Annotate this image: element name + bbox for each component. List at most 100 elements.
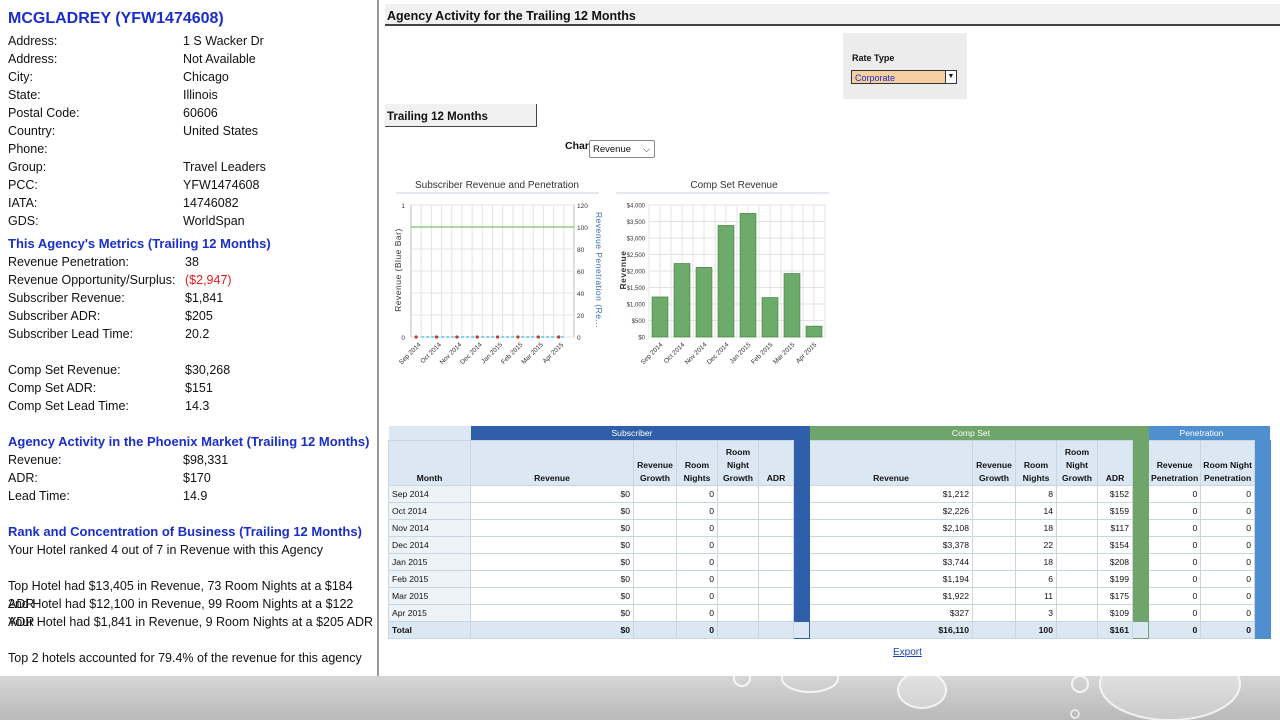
- activity-panel: Agency Activity for the Trailing 12 Mont…: [381, 0, 1280, 676]
- info-row: Revenue Opportunity/Surplus: ($2,947): [8, 271, 377, 289]
- comp-set-room-nights: 22: [1015, 536, 1057, 554]
- comp-set-revenue: $327: [809, 604, 973, 622]
- total-label: Total: [388, 621, 471, 639]
- column-header: ADR: [758, 440, 794, 486]
- field-value: United States: [183, 124, 259, 138]
- column-header: Room Night Growth: [717, 440, 759, 486]
- y2-tick-label: 40: [577, 291, 585, 298]
- room-night-penetration: 0: [1200, 570, 1255, 588]
- field-value: $151: [185, 381, 213, 395]
- y-tick-label: $2,500: [627, 253, 646, 259]
- info-row: Country: United States: [8, 122, 377, 140]
- info-row: PCC: YFW1474608: [8, 176, 377, 194]
- field-value: 20.2: [185, 327, 210, 341]
- y2-tick-label: 80: [577, 247, 585, 254]
- chevron-down-icon: ⌵: [643, 144, 650, 154]
- info-row: GDS: WorldSpan: [8, 212, 377, 230]
- column-header-row: Month Revenue Revenue Growth Room Nights Room N…: [388, 440, 1271, 486]
- room-night-penetration: 0: [1200, 502, 1255, 520]
- rate-type-filter: Rate Type Corporate ▼: [843, 33, 967, 99]
- field-value: 60606: [183, 106, 218, 120]
- market-section-title: Agency Activity in the Phoenix Market (T…: [8, 434, 370, 449]
- field-value: $1,841: [185, 291, 224, 305]
- chart-select[interactable]: Revenue ⌵: [589, 140, 655, 158]
- field-value: $170: [183, 471, 211, 485]
- activity-table: Subscriber Comp Set Penetration Month Revenu…: [388, 426, 1271, 639]
- field-value: 1 S Wacker Dr: [183, 34, 264, 48]
- field-value: $98,331: [183, 453, 229, 467]
- field-label: Comp Set Lead Time:: [8, 399, 129, 413]
- subscriber-revenue: $0: [470, 621, 634, 639]
- revenue-penetration: 0: [1147, 502, 1202, 520]
- y-tick-label: $1,000: [627, 303, 646, 309]
- revenue-penetration: 0: [1147, 570, 1202, 588]
- table-row: Sep 2014 $0 0 $1,212 8 $152 0 0: [388, 485, 1271, 503]
- subscriber-room-nights: 0: [676, 502, 718, 520]
- table-row: Oct 2014 $0 0 $2,226 14 $159 0 0: [388, 502, 1271, 520]
- comp-set-metrics-list: Comp Set Revenue: $30,268 Comp Set ADR: $15…: [8, 361, 377, 415]
- comp-set-room-nights: 14: [1015, 502, 1057, 520]
- info-row: City: Chicago: [8, 68, 377, 86]
- y-axis-label: Revenue (Blue Bar): [393, 228, 403, 312]
- subscriber-revenue: $0: [470, 604, 634, 622]
- field-value: YFW1474608: [183, 178, 260, 192]
- column-header: Revenue Penetration: [1147, 440, 1202, 486]
- info-row: Group: Travel Leaders: [8, 158, 377, 176]
- column-header: Room Nights: [676, 440, 718, 486]
- comp-set-group-header: Comp Set: [809, 426, 1133, 441]
- info-row: IATA: 14746082: [8, 194, 377, 212]
- x-tick-label: Dec 2014: [706, 341, 731, 366]
- field-label: Postal Code:: [8, 106, 80, 120]
- room-night-penetration: 0: [1200, 485, 1255, 503]
- month-cell: Feb 2015: [388, 570, 471, 588]
- field-label: Comp Set ADR:: [8, 381, 97, 395]
- info-row: Revenue: $98,331: [8, 451, 377, 469]
- comp-set-adr: $175: [1097, 587, 1133, 605]
- chart-title: Comp Set Revenue: [690, 180, 778, 191]
- field-label: IATA:: [8, 196, 38, 210]
- bar: [673, 263, 691, 338]
- dropdown-arrow-icon[interactable]: ▼: [945, 71, 956, 83]
- info-row: Subscriber Lead Time: 20.2: [8, 325, 377, 343]
- tab-trailing-12-months[interactable]: Trailing 12 Months: [385, 104, 537, 127]
- column-header: Month: [388, 440, 471, 486]
- y2-tick-label: 20: [577, 313, 585, 320]
- column-header: ADR: [1097, 440, 1133, 486]
- field-value: WorldSpan: [183, 214, 245, 228]
- field-label: Subscriber Lead Time:: [8, 327, 134, 341]
- revenue-penetration: 0: [1147, 587, 1202, 605]
- x-tick-label: Sep 2014: [398, 341, 423, 366]
- bar: [783, 273, 801, 338]
- revenue-penetration: 0: [1147, 604, 1202, 622]
- comp-set-adr: $159: [1097, 502, 1133, 520]
- revenue-penetration: 0: [1147, 553, 1202, 571]
- your-hotel-text: Your Hotel had $1,841 in Revenue, 9 Room…: [8, 615, 374, 629]
- room-night-penetration: 0: [1200, 621, 1255, 639]
- room-night-penetration: 0: [1200, 536, 1255, 554]
- subscriber-revenue: $0: [470, 553, 634, 571]
- month-cell: Apr 2015: [388, 604, 471, 622]
- group-header-row: Subscriber Comp Set Penetration: [388, 426, 1271, 441]
- water-drops-decoration: [733, 676, 1241, 720]
- y-tick-label: 0: [401, 335, 405, 342]
- comp-set-room-nights: 100: [1015, 621, 1057, 639]
- rate-type-value: Corporate: [855, 73, 896, 83]
- info-row: Comp Set Revenue: $30,268: [8, 361, 377, 379]
- y2-tick-label: 100: [577, 225, 588, 232]
- comp-set-revenue: $1,922: [809, 587, 973, 605]
- table-row: Feb 2015 $0 0 $1,194 6 $199 0 0: [388, 570, 1271, 588]
- rate-type-select[interactable]: Corporate ▼: [851, 70, 957, 84]
- field-label: Revenue Penetration:: [8, 255, 129, 269]
- field-value: 14.9: [183, 489, 208, 503]
- data-point: [434, 335, 439, 339]
- export-link[interactable]: Export: [893, 647, 922, 658]
- bar: [651, 296, 669, 338]
- comp-set-room-nights: 3: [1015, 604, 1057, 622]
- data-point: [557, 335, 561, 339]
- room-night-penetration: 0: [1200, 587, 1255, 605]
- second-hotel-text: 2nd Hotel had $12,100 in Revenue, 99 Roo…: [8, 597, 354, 629]
- subscriber-room-nights: 0: [676, 621, 718, 639]
- bar: [717, 225, 735, 338]
- subscriber-revenue: $0: [470, 536, 634, 554]
- y2-tick-label: 60: [577, 269, 585, 276]
